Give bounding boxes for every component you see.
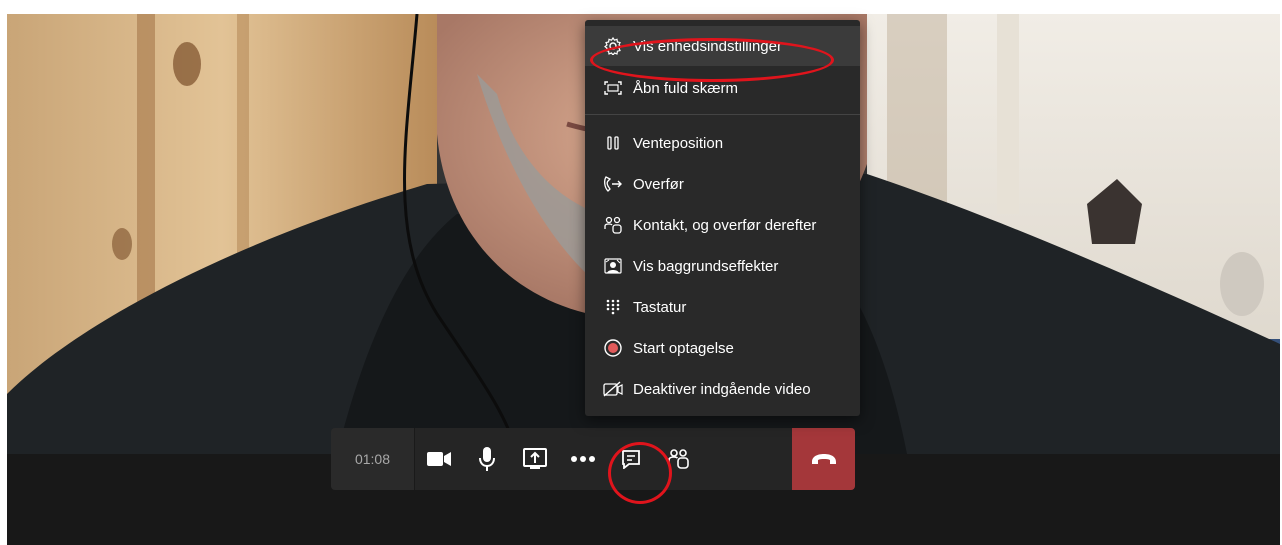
consult-icon — [601, 215, 625, 235]
more-icon — [571, 456, 595, 462]
share-screen-button[interactable] — [511, 428, 559, 490]
background-effects-icon — [601, 256, 625, 276]
menu-item-start-recording[interactable]: Start optagelse — [585, 328, 860, 368]
menu-item-label: Venteposition — [633, 134, 724, 152]
camera-icon — [427, 452, 451, 466]
camera-button[interactable] — [415, 428, 463, 490]
menu-item-device-settings[interactable]: Vis enhedsindstillinger — [585, 26, 860, 66]
menu-item-dialpad[interactable]: Tastatur — [585, 287, 860, 327]
menu-item-fullscreen[interactable]: Åbn fuld skærm — [585, 68, 860, 108]
menu-item-label: Vis baggrundseffekter — [633, 257, 779, 275]
menu-item-label: Deaktiver indgående video — [633, 380, 811, 398]
call-timer: 01:08 — [331, 428, 414, 490]
menu-divider — [585, 114, 860, 115]
chat-icon — [622, 450, 640, 469]
more-actions-menu: Vis enhedsindstillinger Åbn fuld skærm V… — [585, 20, 860, 416]
chat-button[interactable] — [607, 428, 655, 490]
menu-item-label: Start optagelse — [633, 339, 734, 357]
record-icon — [601, 338, 625, 358]
video-off-icon — [601, 379, 625, 399]
menu-item-background-effects[interactable]: Vis baggrundseffekter — [585, 246, 860, 286]
menu-item-label: Vis enhedsindstillinger — [633, 37, 782, 55]
pause-icon — [601, 133, 625, 153]
microphone-icon — [479, 447, 495, 471]
call-toolbar: 01:08 — [331, 428, 855, 490]
menu-item-label: Overfør — [633, 175, 684, 193]
menu-item-consult-transfer[interactable]: Kontakt, og overfør derefter — [585, 205, 860, 245]
hang-up-icon — [811, 454, 836, 464]
hang-up-button[interactable] — [792, 428, 855, 490]
participants-button[interactable] — [655, 428, 703, 490]
menu-item-label: Tastatur — [633, 298, 687, 316]
share-screen-icon — [523, 448, 547, 469]
menu-item-label: Kontakt, og overfør derefter — [633, 216, 817, 234]
gear-icon — [601, 36, 625, 56]
menu-item-transfer[interactable]: Overfør — [585, 164, 860, 204]
more-actions-button[interactable] — [559, 428, 607, 490]
dialpad-icon — [601, 297, 625, 317]
menu-item-label: Åbn fuld skærm — [633, 79, 739, 97]
menu-item-disable-incoming-video[interactable]: Deaktiver indgående video — [585, 369, 860, 409]
transfer-icon — [601, 174, 625, 194]
participants-icon — [668, 449, 689, 469]
menu-item-hold[interactable]: Venteposition — [585, 123, 860, 163]
fullscreen-icon — [601, 78, 625, 98]
microphone-button[interactable] — [463, 428, 511, 490]
